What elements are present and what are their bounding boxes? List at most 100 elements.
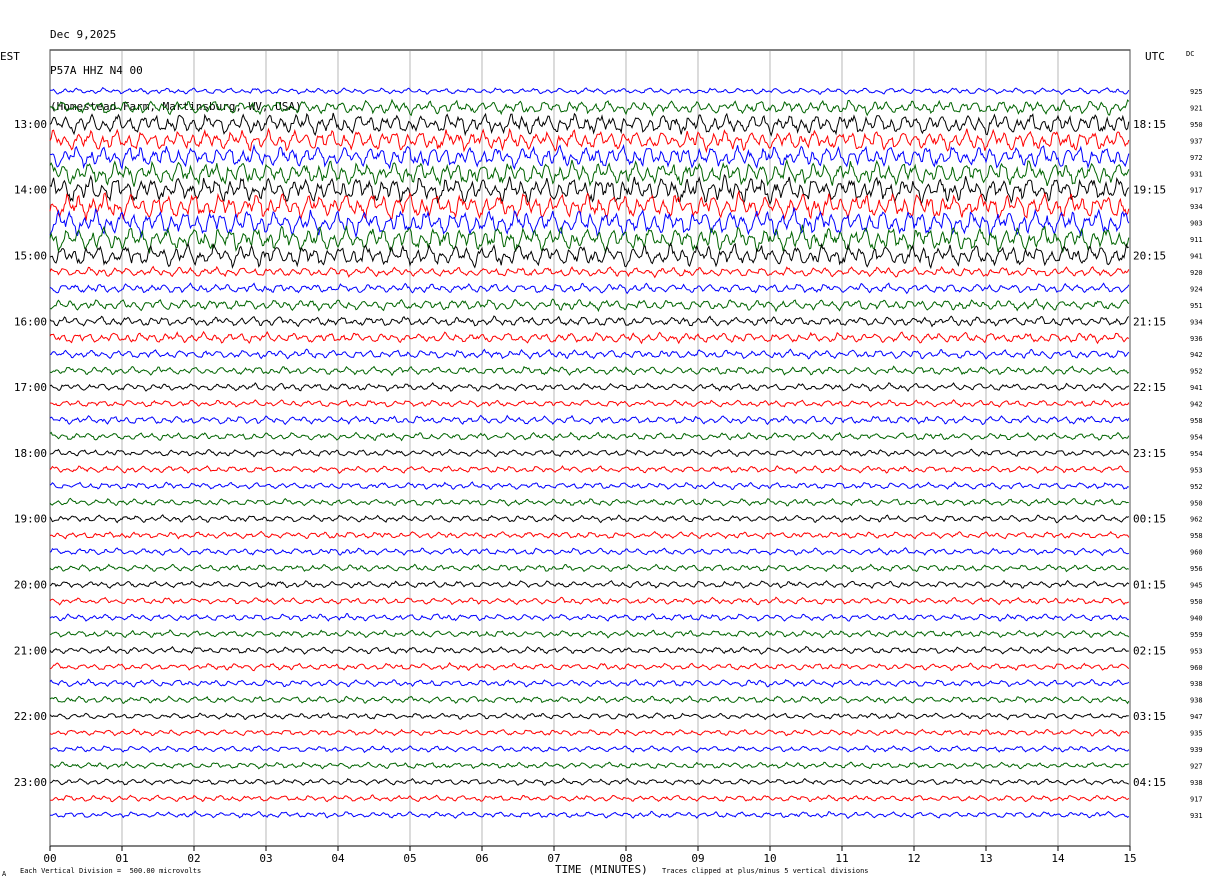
x-tick-label: 11: [835, 852, 848, 865]
dc-offset-label: 938: [1190, 779, 1203, 787]
seismogram-trace: [49, 481, 1129, 490]
left-hour-label: 13:00: [14, 118, 47, 131]
seismogram-trace: [49, 579, 1130, 589]
dc-offset-label: 952: [1190, 483, 1203, 491]
dc-offset-label: 935: [1190, 730, 1203, 738]
dc-offset-label: 962: [1190, 516, 1203, 524]
dc-offset-label: 911: [1190, 236, 1203, 244]
dc-offset-label: 903: [1190, 220, 1203, 228]
dc-offset-label: 954: [1190, 433, 1203, 441]
left-hour-label: 18:00: [14, 447, 47, 460]
dc-offset-label: 950: [1190, 598, 1203, 606]
right-hour-label: 21:15: [1133, 315, 1166, 328]
left-hour-label: 17:00: [14, 381, 47, 394]
seismogram-trace: [49, 596, 1130, 606]
seismogram-trace: [49, 86, 1130, 95]
seismogram-trace: [49, 695, 1130, 705]
seismogram-trace: [49, 224, 1130, 255]
dc-offset-label: 950: [1190, 499, 1203, 507]
left-hour-label: 14:00: [14, 184, 47, 197]
dc-offset-label: 931: [1190, 170, 1203, 178]
dc-offset-label: 934: [1190, 318, 1203, 326]
dc-offset-label: 953: [1190, 647, 1203, 655]
seismogram-trace: [49, 298, 1130, 313]
dc-offset-label: 956: [1190, 565, 1203, 573]
seismogram-trace: [49, 365, 1130, 377]
dc-offset-label: 951: [1190, 302, 1203, 310]
dc-offset-label: 950: [1190, 121, 1203, 129]
right-hour-label: 03:15: [1133, 710, 1166, 723]
seismogram-trace: [49, 464, 1129, 474]
right-hour-label: 04:15: [1133, 776, 1166, 789]
seismogram-trace: [49, 728, 1130, 737]
seismogram-trace: [49, 98, 1130, 117]
seismogram-trace: [49, 265, 1130, 279]
dc-offset-label: 960: [1190, 664, 1203, 672]
left-hour-label: 19:00: [14, 513, 47, 526]
seismogram-trace: [49, 530, 1130, 540]
x-axis-title: TIME (MINUTES): [555, 863, 648, 876]
x-tick-label: 10: [763, 852, 776, 865]
clip-note: Traces clipped at plus/minus 5 vertical …: [662, 867, 869, 875]
seismogram-trace: [49, 563, 1129, 573]
right-hour-label: 02:15: [1133, 644, 1166, 657]
seismogram-trace: [49, 645, 1129, 655]
dc-offset-label: 939: [1190, 746, 1203, 754]
right-hour-label: 20:15: [1133, 250, 1166, 263]
x-tick-label: 14: [1051, 852, 1065, 865]
seismogram-trace: [49, 143, 1130, 171]
dc-offset-label: 952: [1190, 368, 1203, 376]
left-hour-label: 22:00: [14, 710, 47, 723]
x-tick-label: 02: [187, 852, 200, 865]
seismogram-trace: [49, 514, 1130, 524]
left-hour-label: 20:00: [14, 579, 47, 592]
scale-note: Each Vertical Division = 500.00 microvol…: [20, 867, 202, 875]
dc-offset-label: 917: [1190, 795, 1203, 803]
dc-offset-label: 942: [1190, 401, 1203, 409]
right-hour-label: 22:15: [1133, 381, 1166, 394]
helicorder-plot: 00 01 02 03 04 05 06 07 08 09 10 11 12 13 14 1592592195…: [14, 49, 1203, 865]
seismogram-trace: [49, 448, 1130, 458]
dc-offset-label: 924: [1190, 285, 1203, 293]
dc-offset-label: 941: [1190, 253, 1203, 261]
seismogram-trace: [49, 810, 1130, 820]
dc-offset-label: 941: [1190, 384, 1203, 392]
seismogram-trace: [49, 241, 1130, 270]
seismogram-trace: [49, 414, 1130, 426]
dc-offset-label: 927: [1190, 762, 1203, 770]
dc-offset-label: 972: [1190, 154, 1203, 162]
left-hour-label: 16:00: [14, 315, 47, 328]
footer-mark: A: [2, 870, 7, 878]
seismogram-trace: [49, 712, 1129, 721]
right-hour-label: 23:15: [1133, 447, 1166, 460]
dc-offset-label: 953: [1190, 466, 1203, 474]
seismogram-trace: [49, 127, 1130, 154]
right-hour-label: 19:15: [1133, 184, 1166, 197]
right-hour-label: 01:15: [1133, 579, 1166, 592]
x-tick-label: 13: [979, 852, 992, 865]
x-tick-label: 03: [259, 852, 272, 865]
left-hour-label: 15:00: [14, 250, 47, 263]
seismogram-trace: [49, 662, 1130, 672]
seismogram-trace: [49, 745, 1130, 754]
dc-offset-label: 921: [1190, 104, 1203, 112]
dc-offset-label: 954: [1190, 450, 1203, 458]
seismogram-trace: [49, 777, 1130, 786]
x-tick-label: 04: [331, 852, 345, 865]
seismogram-trace: [49, 399, 1130, 408]
right-hour-label: 00:15: [1133, 513, 1166, 526]
seismogram-trace: [49, 207, 1130, 239]
x-tick-label: 15: [1123, 852, 1136, 865]
dc-offset-label: 937: [1190, 137, 1203, 145]
seismogram-trace: [49, 330, 1130, 345]
dc-offset-label: 959: [1190, 631, 1203, 639]
dc-offset-label: 938: [1190, 680, 1203, 688]
dc-offset-label: 958: [1190, 417, 1203, 425]
x-tick-label: 05: [403, 852, 416, 865]
dc-offset-label: 925: [1190, 88, 1203, 96]
x-tick-label: 09: [691, 852, 704, 865]
seismogram-trace: [49, 431, 1130, 442]
right-hour-label: 18:15: [1133, 118, 1166, 131]
seismogram-trace: [49, 315, 1130, 328]
seismogram-trace: [49, 381, 1130, 392]
